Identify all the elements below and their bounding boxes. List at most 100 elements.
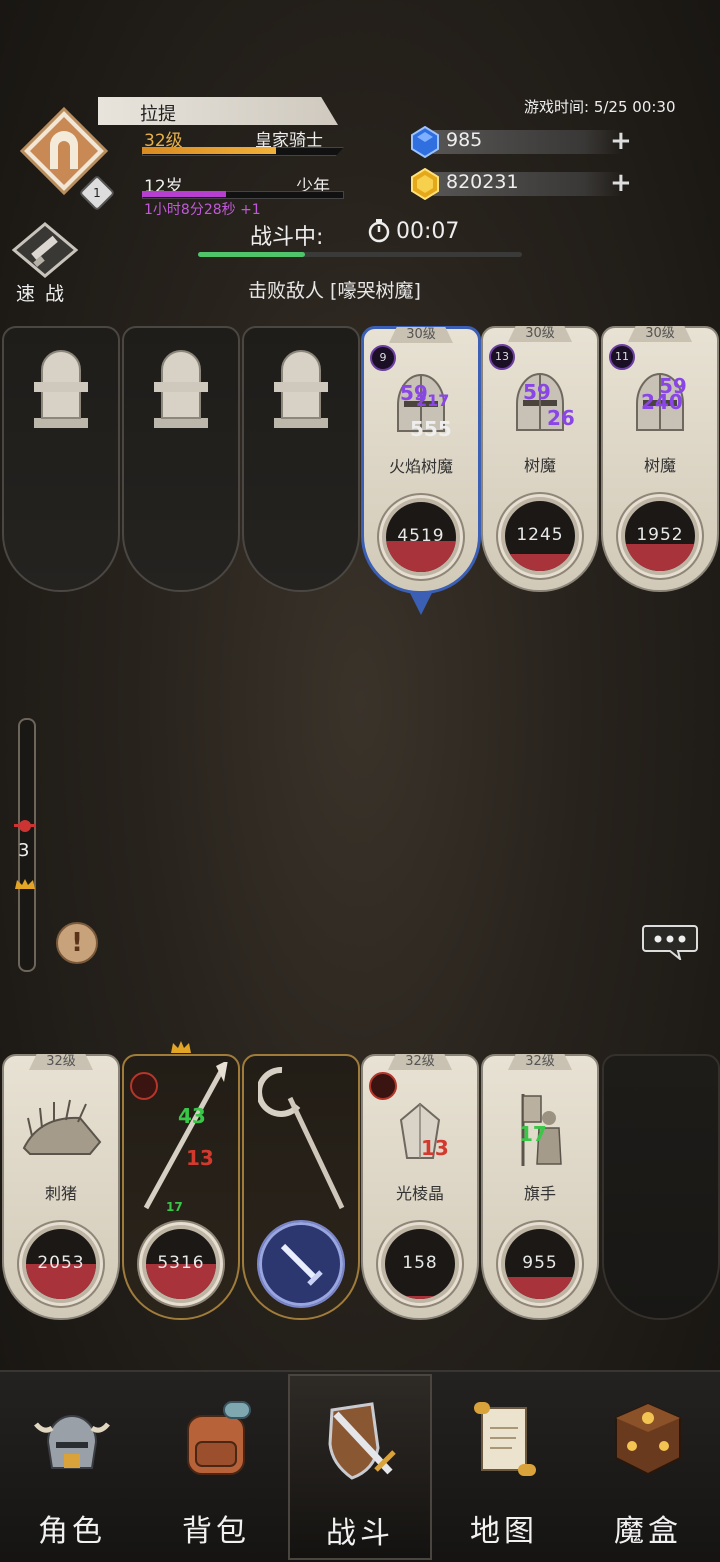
sword-skill-icon [280,1243,323,1286]
damage-number: 59 [523,380,551,404]
ally-level: 32级 [508,1054,572,1070]
enemy-name: 树魔 [643,456,676,475]
gold-count: 820231 [446,171,519,193]
ally-level: 32级 [29,1054,93,1070]
chat-bubble-icon[interactable] [642,924,698,960]
xp-bar-fill [142,147,276,154]
crescent-staff-icon [258,1066,345,1210]
enemy-hp: 1952 [636,525,684,545]
nav-battle[interactable]: 战斗 [288,1374,432,1560]
gauge-level: 3 [18,840,30,861]
ally-card-flag-bearer[interactable]: 32级 17 旗手 955 [481,1054,599,1320]
nav-magic-box[interactable]: 魔盒 [576,1374,720,1560]
damage-number: 26 [547,406,575,430]
ally-hp-orb: 5316 [137,1220,225,1308]
game-time: 游戏时间: 5/25 00:30 [524,98,676,116]
sword-shield-icon [328,1402,396,1480]
battle-status: 战斗中: [250,225,324,250]
magic-box-icon [615,1402,681,1476]
battle-timer: 00:07 [396,219,460,244]
ally-card-porcupine[interactable]: 32级 刺猪 2053 [2,1054,120,1320]
enemy-slot-defeated [242,326,360,592]
ally-hp: 955 [522,1253,558,1273]
heal-number: 17 [519,1122,547,1146]
skill-orb[interactable] [257,1220,345,1308]
tombstone-icon [274,350,328,428]
tombstone-icon [154,350,208,428]
enemy-card-treant[interactable]: 30级 13 59 26 树魔 1245 [481,326,599,592]
enemy-slot-defeated [122,326,240,592]
selected-target-marker-icon [409,591,433,615]
nav-label: 背包 [182,1514,250,1549]
gold-currency: 820231 + [410,168,635,200]
add-gold-button[interactable]: + [610,168,632,198]
nav-backpack[interactable]: 背包 [144,1374,288,1560]
gold-icon [411,168,439,200]
ally-hp: 5316 [157,1253,205,1273]
player-name-bar [98,97,338,125]
nav-label: 战斗 [326,1516,394,1551]
battle-objective: 击败敌人 [嚎哭树魔] [248,280,421,302]
player-name: 拉提 [140,104,176,125]
ally-card-prism-crystal[interactable]: 32级 13 光棱晶 158 [361,1054,479,1320]
nav-label: 地图 [470,1514,538,1549]
nav-label: 魔盒 [614,1514,682,1549]
enemy-hp: 1245 [516,525,564,545]
age-bar-fill [142,191,226,197]
gem-count: 985 [446,129,483,151]
scroll-map-icon [474,1402,536,1476]
nav-map[interactable]: 地图 [432,1374,576,1560]
enemy-hp-orb: 4519 [377,493,465,581]
burn-damage-number: 13 [186,1146,214,1170]
enemy-hp-orb: 1952 [616,492,704,580]
enemy-hp-orb: 1245 [496,492,584,580]
ally-name: 光棱晶 [395,1184,444,1203]
enemy-level: 30级 [508,326,572,342]
add-gems-button[interactable]: + [610,126,632,156]
ally-level: 32级 [388,1054,452,1070]
empty-ally-slot[interactable] [602,1054,720,1320]
ally-hp: 2053 [37,1253,85,1273]
ally-card-scythe-weapon[interactable] [242,1054,360,1320]
crown-icon [171,1041,191,1053]
speed-battle-icon[interactable] [12,222,78,278]
backpack-icon [187,1401,251,1475]
ally-hp-orb: 955 [496,1220,584,1308]
nav-character[interactable]: 角色 [0,1374,144,1560]
enemy-level: 30级 [628,326,692,342]
enemy-slot-defeated [2,326,120,592]
ally-hp: 158 [402,1253,438,1273]
enemy-name: 树魔 [523,456,556,475]
enemy-card-treant[interactable]: 30级 11 59 240 树魔 1952 [601,326,719,592]
stopwatch-icon [368,219,390,243]
spear-weapon-icon [143,1062,228,1210]
heal-number: 43 [178,1104,206,1128]
gem-icon [411,126,439,158]
enemy-card-fire-treant[interactable]: 30级 9 59 217 555 火焰树魔 4519 [361,326,481,615]
status-effect-icon: 13 [489,344,515,370]
damage-number: 217 [416,391,450,410]
battle-progress-fill [198,252,305,257]
ally-name: 刺猪 [44,1184,77,1203]
ally-name: 旗手 [523,1184,556,1203]
enemy-name: 火焰树魔 [388,457,453,476]
status-effect-icon: 11 [609,344,635,370]
speed-battle-label[interactable]: 速 战 [16,279,66,306]
enemy-hp: 4519 [397,526,445,546]
heal-number: 17 [166,1200,183,1214]
alert-button[interactable]: ! [56,922,98,964]
ally-card-spear-hero[interactable]: 43 13 17 5316 [122,1041,240,1320]
skull-marker-icon [14,820,36,832]
burn-damage-number: 13 [421,1136,449,1160]
ally-hp-orb: 158 [376,1220,464,1308]
ally-hp-orb: 2053 [17,1220,105,1308]
porcupine-icon [22,1099,102,1155]
fire-status-icon [369,1072,397,1100]
enemy-level: 30级 [389,327,453,343]
helmet-icon [34,1415,110,1469]
tombstone-icon [34,350,88,428]
damage-number: 240 [641,390,683,414]
age-timer: 1小时8分28秒 +1 [144,202,261,218]
damage-number: 555 [410,417,452,441]
crown-marker-icon [15,879,35,889]
